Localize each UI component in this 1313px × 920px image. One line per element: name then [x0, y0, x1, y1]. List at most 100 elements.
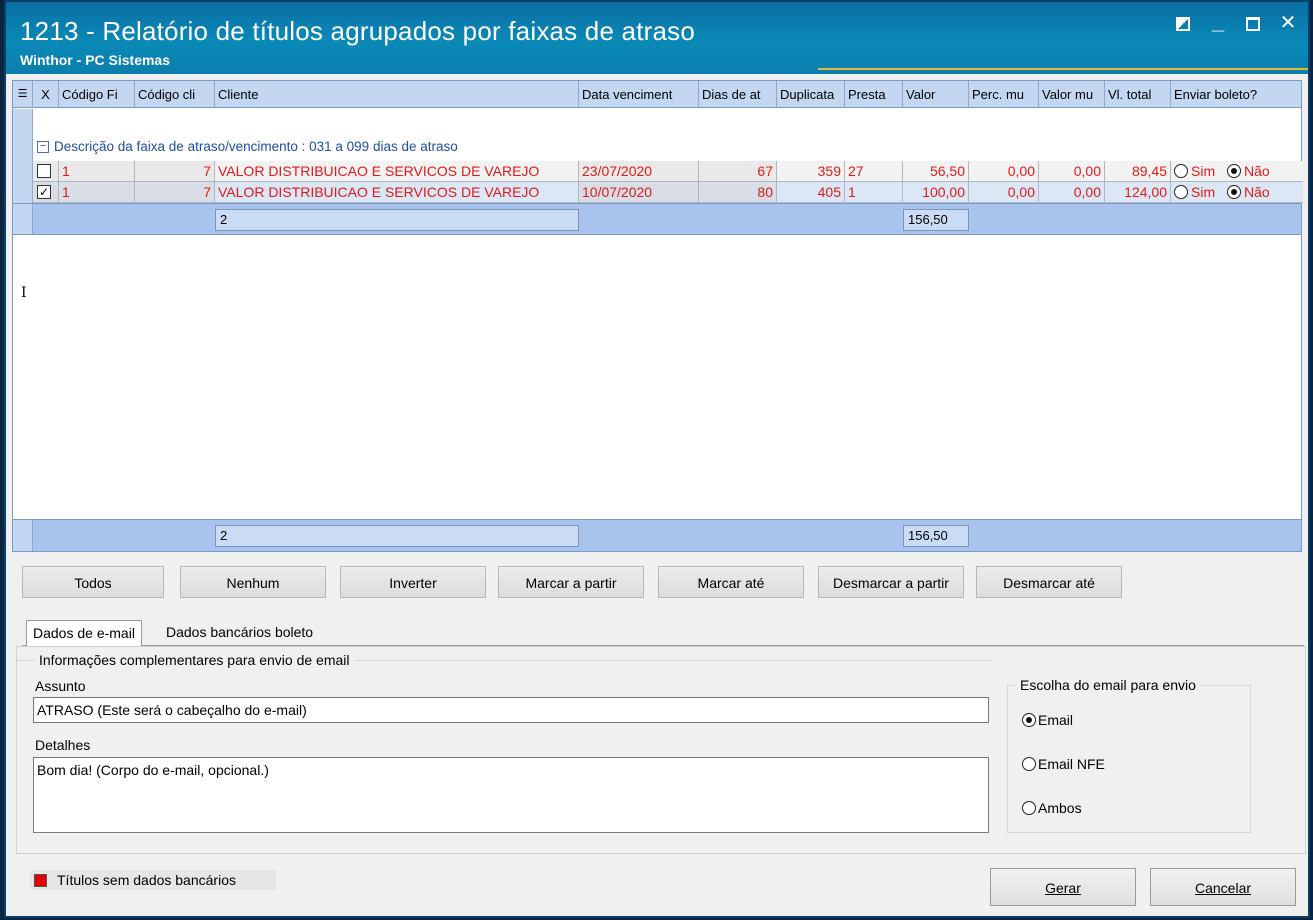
radio-nao[interactable] — [1227, 185, 1242, 199]
minimize-icon[interactable]: _ — [1208, 11, 1228, 34]
col-header-valor-multa[interactable]: Valor mu — [1039, 81, 1105, 108]
cell-dias-atraso: 67 — [699, 161, 777, 182]
cell-cliente: VALOR DISTRIBUICAO E SERVICOS DE VAREJO — [215, 161, 579, 182]
col-header-vl-total[interactable]: Vl. total — [1105, 81, 1171, 108]
col-header-cod-filial[interactable]: Código Fi — [59, 81, 135, 108]
desmarcar-a-partir-button[interactable]: Desmarcar a partir — [818, 566, 964, 598]
window-subtitle: Winthor - PC Sistemas — [20, 52, 171, 68]
group-row[interactable]: − Descrição da faixa de atraso/venciment… — [13, 109, 1301, 161]
title-bar: 1213 - Relatório de títulos agrupados po… — [6, 2, 1308, 74]
group-total: 156,50 — [903, 209, 969, 231]
window-controls: _ ✕ — [1176, 11, 1298, 34]
table-row[interactable]: ✓ 1 7 VALOR DISTRIBUICAO E SERVICOS DE V… — [13, 182, 1303, 203]
marcar-ate-button[interactable]: Marcar até — [658, 566, 804, 598]
footer-count: 2 — [215, 525, 579, 547]
detalhes-label: Detalhes — [35, 737, 91, 753]
window-title: 1213 - Relatório de títulos agrupados po… — [20, 16, 696, 46]
cell-duplicata: 405 — [777, 182, 845, 203]
marcar-a-partir-button[interactable]: Marcar a partir — [498, 566, 644, 598]
col-header-duplicata[interactable]: Duplicata — [777, 81, 845, 108]
col-header-valor[interactable]: Valor — [903, 81, 969, 108]
email-choice-group: Escolha do email para envio Email Email … — [1007, 677, 1251, 833]
inverter-button[interactable]: Inverter — [340, 566, 486, 598]
radio-email-nfe[interactable] — [1022, 757, 1036, 771]
cell-prestacao: 1 — [845, 182, 903, 203]
assunto-label: Assunto — [35, 678, 86, 694]
col-header-dias-atraso[interactable]: Dias de at — [699, 81, 777, 108]
nenhum-button[interactable]: Nenhum — [180, 566, 326, 598]
option-email-nfe[interactable]: Email NFE — [1022, 756, 1105, 772]
legend-no-bank-data: Títulos sem dados bancários — [30, 870, 276, 890]
column-chooser-icon[interactable]: ☰ — [13, 81, 33, 108]
cell-cod-filial: 1 — [59, 182, 135, 203]
tab-dados-email[interactable]: Dados de e-mail — [26, 620, 142, 647]
cell-enviar-boleto: Sim Não — [1171, 182, 1303, 203]
cell-valor-multa: 0,00 — [1039, 161, 1105, 182]
row-checkbox[interactable]: ✓ — [37, 185, 51, 199]
restore-icon[interactable] — [1176, 17, 1190, 31]
row-indicator — [13, 161, 33, 182]
assunto-input[interactable] — [33, 697, 989, 723]
detalhes-textarea[interactable]: Bom dia! (Corpo do e-mail, opcional.) — [33, 757, 989, 833]
email-panel: Informações complementares para envio de… — [16, 646, 1306, 854]
app-window: 1213 - Relatório de títulos agrupados po… — [4, 0, 1310, 918]
cell-dias-atraso: 80 — [699, 182, 777, 203]
email-choice-title: Escolha do email para envio — [1016, 677, 1200, 693]
col-header-cod-cliente[interactable]: Código cli — [135, 81, 215, 108]
todos-button[interactable]: Todos — [22, 566, 164, 598]
col-header-data-venc[interactable]: Data venciment — [579, 81, 699, 108]
collapse-icon[interactable]: − — [37, 140, 49, 153]
red-square-icon — [34, 874, 47, 887]
cell-data-venc: 10/07/2020 — [579, 182, 699, 203]
radio-ambos[interactable] — [1022, 801, 1036, 815]
row-checkbox[interactable] — [37, 164, 51, 178]
maximize-icon[interactable] — [1246, 17, 1260, 31]
group-label: Descrição da faixa de atraso/vencimento … — [54, 139, 458, 154]
radio-sim[interactable] — [1174, 164, 1188, 178]
titles-grid[interactable]: ☰ X Código Fi Código cli Cliente Data ve… — [12, 80, 1303, 552]
text-cursor-icon: I — [21, 285, 27, 301]
cell-perc-multa: 0,00 — [969, 161, 1039, 182]
cell-cod-filial: 1 — [59, 161, 135, 182]
row-indicator — [13, 182, 33, 203]
grid-header: ☰ X Código Fi Código cli Cliente Data ve… — [13, 81, 1301, 108]
row-indicator — [13, 109, 33, 161]
cell-valor-multa: 0,00 — [1039, 182, 1105, 203]
cell-prestacao: 27 — [845, 161, 903, 182]
radio-sim[interactable] — [1174, 185, 1188, 199]
cell-vl-total: 124,00 — [1105, 182, 1171, 203]
col-header-x[interactable]: X — [33, 81, 59, 108]
footer-total: 156,50 — [903, 525, 969, 547]
col-header-prestacao[interactable]: Presta — [845, 81, 903, 108]
cell-enviar-boleto: Sim Não — [1171, 161, 1303, 182]
col-header-cliente[interactable]: Cliente — [215, 81, 579, 108]
group-count: 2 — [215, 209, 579, 231]
cell-perc-multa: 0,00 — [969, 182, 1039, 203]
gerar-button[interactable]: Gerar — [990, 868, 1136, 906]
cell-valor: 56,50 — [903, 161, 969, 182]
radio-nao[interactable] — [1227, 164, 1242, 178]
col-header-enviar-boleto[interactable]: Enviar boleto? — [1171, 81, 1303, 108]
radio-email[interactable] — [1022, 713, 1036, 727]
group-summary-row: 2 156,50 — [13, 203, 1301, 235]
cell-valor: 100,00 — [903, 182, 969, 203]
email-info-title: Informações complementares para envio de… — [35, 652, 354, 668]
close-icon[interactable]: ✕ — [1278, 12, 1298, 34]
row-indicator — [13, 204, 33, 234]
table-row[interactable]: 1 7 VALOR DISTRIBUICAO E SERVICOS DE VAR… — [13, 161, 1303, 182]
desmarcar-ate-button[interactable]: Desmarcar até — [976, 566, 1122, 598]
cell-data-venc: 23/07/2020 — [579, 161, 699, 182]
cell-cod-cliente: 7 — [135, 161, 215, 182]
cell-vl-total: 89,45 — [1105, 161, 1171, 182]
cancelar-button[interactable]: Cancelar — [1150, 868, 1296, 906]
row-indicator — [13, 520, 33, 551]
option-email[interactable]: Email — [1022, 712, 1073, 728]
tab-dados-bancarios[interactable]: Dados bancários boleto — [160, 620, 319, 646]
tab-strip: Dados de e-mail Dados bancários boleto — [22, 620, 1304, 647]
col-header-perc-multa[interactable]: Perc. mu — [969, 81, 1039, 108]
cell-cod-cliente: 7 — [135, 182, 215, 203]
cell-duplicata: 359 — [777, 161, 845, 182]
cell-cliente: VALOR DISTRIBUICAO E SERVICOS DE VAREJO — [215, 182, 579, 203]
option-ambos[interactable]: Ambos — [1022, 800, 1082, 816]
title-accent-line — [818, 68, 1308, 70]
